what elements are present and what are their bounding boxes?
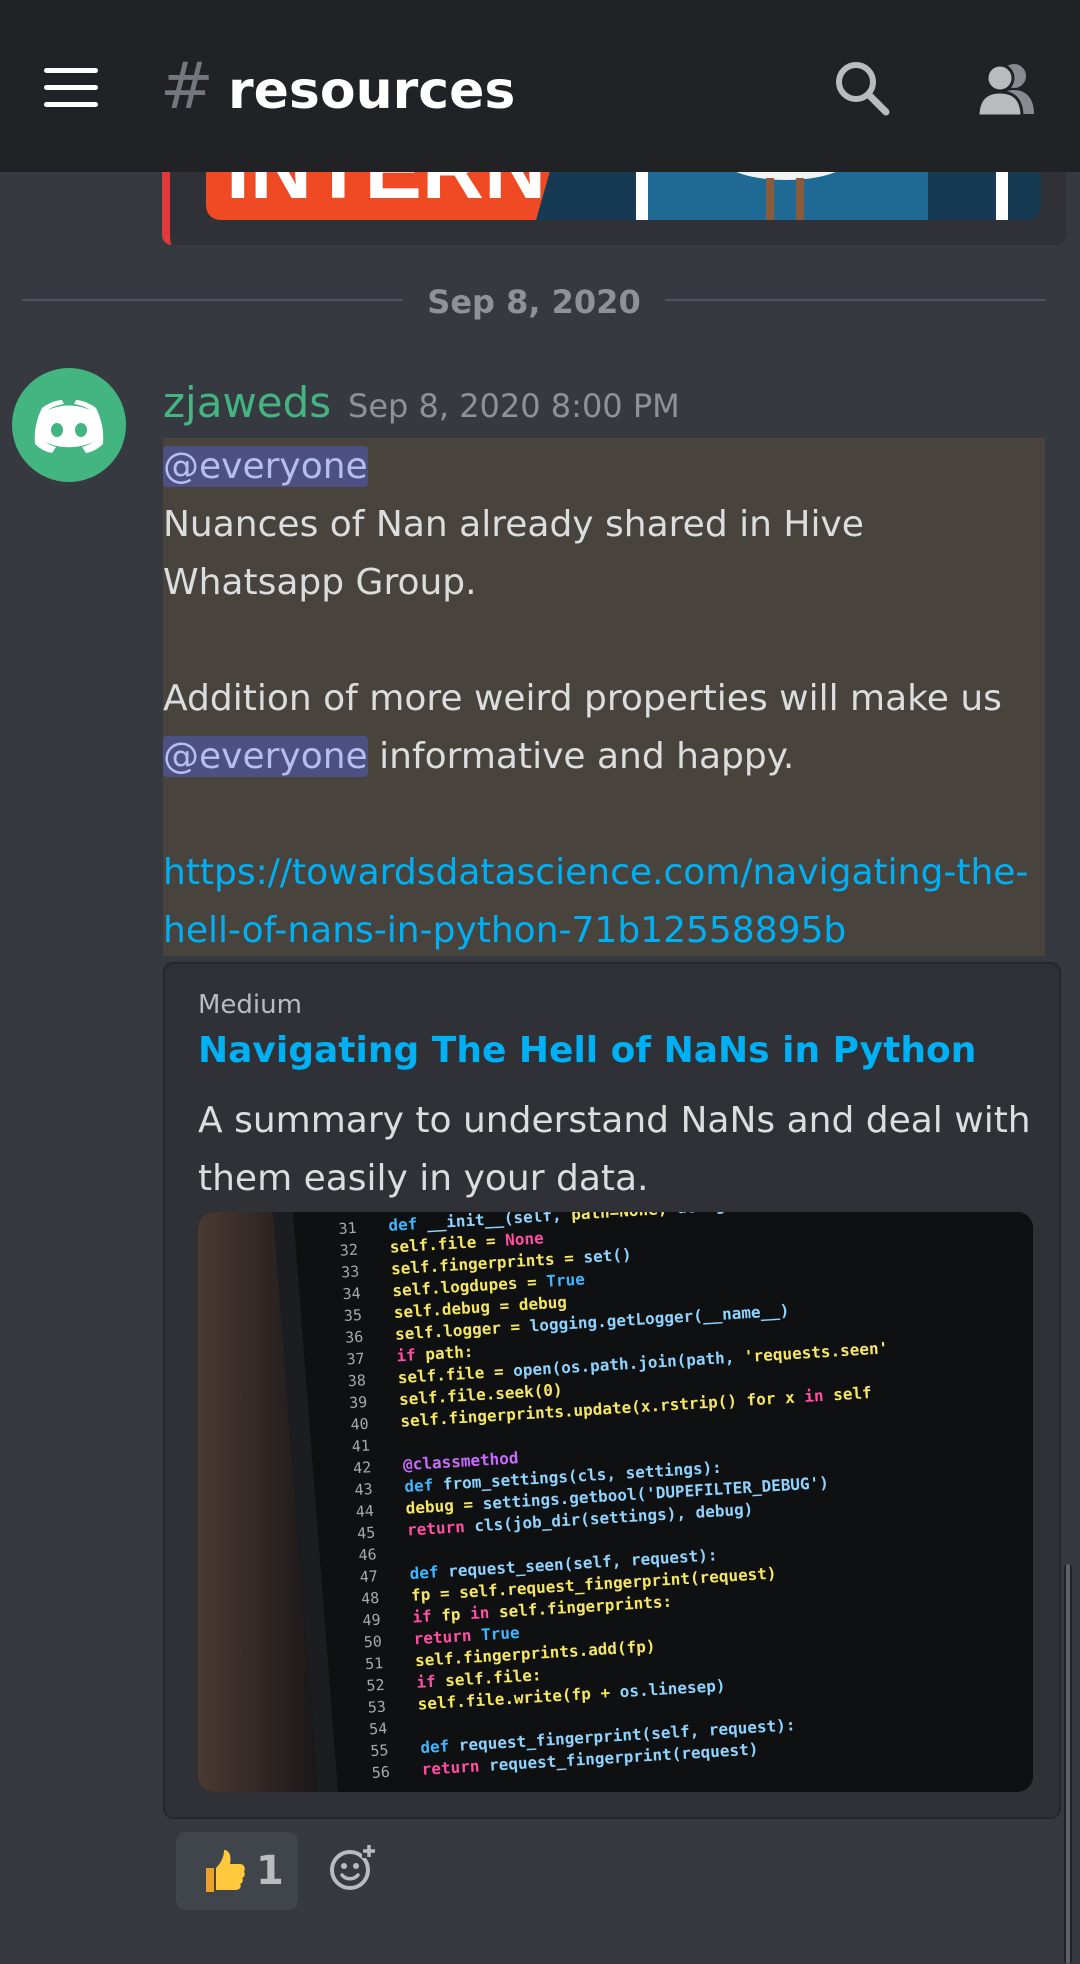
code-line-number: 56 <box>371 1763 390 1782</box>
date-divider-text: Sep 8, 2020 <box>403 283 665 321</box>
link-embed: Medium Navigating The Hell of NaNs in Py… <box>163 962 1061 1819</box>
code-line-number: 43 <box>354 1480 373 1499</box>
code-line-number: 42 <box>353 1458 372 1477</box>
message-line-2-after: informative and happy. <box>367 736 795 777</box>
code-line-number: 31 <box>338 1219 357 1238</box>
channel-name: resources <box>228 61 516 121</box>
code-line-number: 41 <box>351 1436 370 1455</box>
code-line-number: 44 <box>355 1502 374 1521</box>
message-line-2-before: Addition of more weird properties will m… <box>163 678 1002 719</box>
hamburger-menu-icon[interactable] <box>40 64 104 112</box>
code-line-number: 52 <box>366 1676 385 1695</box>
code-line-number: 40 <box>350 1415 369 1434</box>
code-line-number: 35 <box>343 1306 362 1325</box>
channel-hash-icon: # <box>160 50 214 124</box>
embed-title[interactable]: Navigating The Hell of NaNs in Python <box>198 1030 976 1071</box>
thumbs-up-icon <box>198 1846 246 1896</box>
members-icon[interactable] <box>974 58 1040 118</box>
reaction-count: 1 <box>256 1848 284 1894</box>
code-line-number: 46 <box>358 1545 377 1564</box>
code-line-number: 54 <box>369 1719 388 1738</box>
embed-image[interactable]: 31 def __init__(self, path=None, debug=F… <box>198 1212 1033 1792</box>
code-line-number: 36 <box>345 1328 364 1347</box>
message-timestamp: Sep 8, 2020 8:00 PM <box>348 387 680 425</box>
code-line-number: 55 <box>370 1741 389 1760</box>
avatar[interactable] <box>12 368 126 482</box>
everyone-mention-2[interactable]: @everyone <box>163 736 368 777</box>
message-author[interactable]: zjaweds <box>163 375 331 431</box>
code-line-number: 51 <box>365 1654 384 1673</box>
message-line-2: Addition of more weird properties will m… <box>163 670 1041 786</box>
scrollbar-thumb[interactable] <box>1066 1564 1070 1964</box>
add-reaction-icon[interactable] <box>328 1844 376 1892</box>
embed-description: A summary to understand NaNs and deal wi… <box>198 1100 1031 1199</box>
embed-provider[interactable]: Medium <box>198 990 302 1020</box>
code-line-number: 45 <box>357 1524 376 1543</box>
discord-logo-icon <box>34 400 104 453</box>
code-line-number: 47 <box>359 1567 378 1586</box>
message-content: @everyone Nuances of Nan already shared … <box>163 438 1041 960</box>
code-line-number: 48 <box>361 1589 380 1608</box>
code-line-number: 49 <box>362 1611 381 1630</box>
search-icon[interactable] <box>832 58 892 118</box>
date-divider: Sep 8, 2020 <box>22 275 1046 325</box>
code-line-number: 34 <box>342 1284 361 1303</box>
code-line-number: 39 <box>349 1393 368 1412</box>
reaction-thumbs-up[interactable]: 1 <box>176 1832 298 1910</box>
code-line-number: 38 <box>347 1371 366 1390</box>
code-line-number: 37 <box>346 1349 365 1368</box>
code-line-number: 53 <box>367 1698 386 1717</box>
message-line-1: Nuances of Nan already shared in Hive Wh… <box>163 504 864 603</box>
channel-header: # resources <box>0 0 1080 172</box>
message-link[interactable]: https://towardsdatascience.com/navigatin… <box>163 852 1028 951</box>
code-line-number: 50 <box>363 1632 382 1651</box>
everyone-mention[interactable]: @everyone <box>163 446 368 487</box>
code-line-number: 32 <box>339 1241 358 1260</box>
code-line-number: 33 <box>341 1262 360 1281</box>
